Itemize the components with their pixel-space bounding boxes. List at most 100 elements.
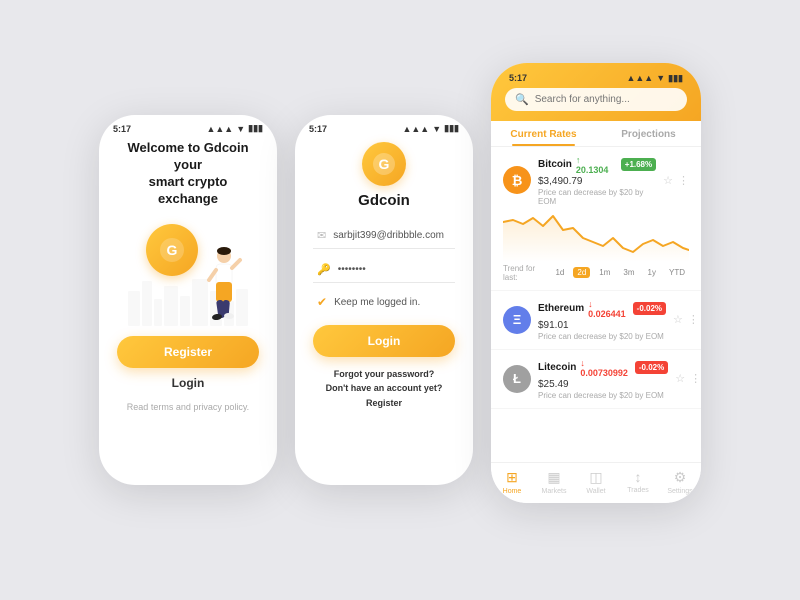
ethereum-badge: -0.02%	[633, 302, 666, 315]
ethereum-more-icon[interactable]: ⋮	[688, 313, 699, 326]
login-button[interactable]: Login	[313, 325, 455, 357]
ethereum-star-icon[interactable]: ☆	[673, 313, 683, 326]
status-bar-3: 5:17 ▲▲▲ ▼ ▮▮▮	[505, 69, 687, 86]
bitcoin-icon: ₿	[503, 166, 531, 194]
gdcoin-logo: G	[362, 142, 406, 186]
litecoin-name: Litecoin	[538, 362, 576, 373]
litecoin-icon: Ł	[503, 365, 531, 393]
trend-1d[interactable]: 1d	[551, 267, 568, 278]
litecoin-price-change: ↓ 0.00730992	[580, 358, 628, 378]
bitcoin-name: Bitcoin	[538, 159, 572, 170]
email-icon: ✉	[317, 229, 326, 242]
nav-trades-label: Trades	[627, 487, 649, 494]
crypto-list: ₿ Bitcoin ↑ 20.1304 +1.68% $3,490.79 Pri…	[491, 147, 701, 462]
markets-icon: ▦	[547, 469, 560, 486]
forgot-password-text: Forgot your password? Don't have an acco…	[313, 367, 455, 410]
settings-icon: ⚙	[674, 469, 687, 486]
status-icons-2: ▲▲▲ ▼ ▮▮▮	[402, 123, 459, 134]
lock-icon: 🔑	[317, 263, 331, 276]
search-input[interactable]	[535, 94, 677, 105]
register-button[interactable]: Register	[117, 336, 259, 368]
trend-ytd[interactable]: YTD	[665, 267, 689, 278]
ethereum-name: Ethereum	[538, 303, 584, 314]
litecoin-star-icon[interactable]: ☆	[675, 372, 685, 385]
status-icons-1: ▲▲▲ ▼ ▮▮▮	[206, 123, 263, 134]
ethereum-actions: ☆ ⋮	[673, 313, 699, 326]
nav-settings-label: Settings	[667, 488, 692, 495]
bitcoin-more-icon[interactable]: ⋮	[678, 174, 689, 187]
phone-login: 5:17 ▲▲▲ ▼ ▮▮▮ G Gdcoin ✉ 🔑 ✔ Keep me lo…	[295, 115, 473, 485]
password-field[interactable]: 🔑	[313, 257, 455, 283]
email-input[interactable]	[333, 230, 465, 241]
bitcoin-price: $3,490.79	[538, 176, 656, 187]
trend-1y[interactable]: 1y	[644, 267, 660, 278]
dashboard-header: 5:17 ▲▲▲ ▼ ▮▮▮ 🔍	[491, 63, 701, 121]
litecoin-info: Litecoin ↓ 0.00730992 -0.02% $25.49 Pric…	[538, 358, 668, 400]
ethereum-price: $91.01	[538, 320, 666, 331]
bitcoin-top: ₿ Bitcoin ↑ 20.1304 +1.68% $3,490.79 Pri…	[503, 155, 689, 206]
bitcoin-star-icon[interactable]: ☆	[663, 174, 673, 187]
nav-markets[interactable]: ▦ Markets	[533, 469, 575, 495]
status-bar-2: 5:17 ▲▲▲ ▼ ▮▮▮	[295, 115, 473, 136]
welcome-title: Welcome to Gdcoin your smart crypto exch…	[117, 140, 259, 208]
litecoin-more-icon[interactable]: ⋮	[690, 372, 701, 385]
bottom-navigation: ⊞ Home ▦ Markets ◫ Wallet ↕ Trades ⚙ Set…	[491, 462, 701, 503]
app-name: Gdcoin	[358, 192, 410, 209]
svg-text:G: G	[167, 242, 178, 258]
status-time-3: 5:17	[509, 73, 527, 83]
register-link[interactable]: Register	[366, 398, 402, 408]
nav-wallet-label: Wallet	[586, 488, 605, 495]
password-input[interactable]	[338, 264, 470, 275]
nav-home-label: Home	[503, 488, 522, 495]
search-bar[interactable]: 🔍	[505, 88, 687, 111]
nav-markets-label: Markets	[542, 488, 567, 495]
bitcoin-desc: Price can decrease by $20 by EOM	[538, 188, 656, 206]
ethereum-card: Ξ Ethereum ↓ 0.026441 -0.02% $91.01 Pric…	[491, 291, 701, 350]
tab-current-rates[interactable]: Current Rates	[491, 121, 596, 146]
litecoin-desc: Price can decrease by $20 by EOM	[538, 391, 668, 400]
ethereum-icon: Ξ	[503, 306, 531, 334]
trend-1m[interactable]: 1m	[595, 267, 614, 278]
phone-welcome: 5:17 ▲▲▲ ▼ ▮▮▮ Welcome to Gdcoin your sm…	[99, 115, 277, 485]
bitcoin-chart	[503, 210, 689, 262]
gdcoin-symbol-icon: G	[158, 236, 186, 264]
litecoin-actions: ☆ ⋮	[675, 372, 701, 385]
ethereum-top: Ξ Ethereum ↓ 0.026441 -0.02% $91.01 Pric…	[503, 299, 689, 341]
status-time-2: 5:17	[309, 124, 327, 134]
litecoin-top: Ł Litecoin ↓ 0.00730992 -0.02% $25.49 Pr…	[503, 358, 689, 400]
keep-logged-row[interactable]: ✔ Keep me logged in.	[313, 291, 455, 313]
search-icon: 🔍	[515, 93, 529, 106]
check-icon: ✔	[317, 295, 327, 309]
trend-2d[interactable]: 2d	[573, 267, 590, 278]
nav-wallet[interactable]: ◫ Wallet	[575, 469, 617, 495]
litecoin-badge: -0.02%	[635, 361, 668, 374]
email-field[interactable]: ✉	[313, 223, 455, 249]
keep-logged-label: Keep me logged in.	[334, 297, 420, 308]
nav-trades[interactable]: ↕ Trades	[617, 469, 659, 495]
nav-home[interactable]: ⊞ Home	[491, 469, 533, 495]
bitcoin-chart-svg	[503, 210, 689, 262]
person-illustration-icon	[196, 246, 244, 326]
home-icon: ⊞	[506, 469, 518, 486]
nav-settings[interactable]: ⚙ Settings	[659, 469, 701, 495]
ethereum-desc: Price can decrease by $20 by EOM	[538, 332, 666, 341]
bitcoin-trend-row: Trend for last: 1d 2d 1m 3m 1y YTD	[503, 264, 689, 282]
bitcoin-price-change: ↑ 20.1304	[576, 155, 614, 175]
welcome-body: Welcome to Gdcoin your smart crypto exch…	[99, 136, 277, 485]
gdcoin-logo-icon: G	[371, 151, 397, 177]
status-icons-3: ▲▲▲ ▼ ▮▮▮	[626, 73, 683, 84]
coin-icon: G	[146, 224, 198, 276]
trend-3m[interactable]: 3m	[619, 267, 638, 278]
bitcoin-badge: +1.68%	[621, 158, 656, 171]
terms-text: Read terms and privacy policy.	[127, 402, 249, 412]
trades-icon: ↕	[635, 469, 642, 485]
ethereum-price-change: ↓ 0.026441	[588, 299, 626, 319]
litecoin-card: Ł Litecoin ↓ 0.00730992 -0.02% $25.49 Pr…	[491, 350, 701, 409]
tab-projections[interactable]: Projections	[596, 121, 701, 146]
ethereum-info: Ethereum ↓ 0.026441 -0.02% $91.01 Price …	[538, 299, 666, 341]
login-body: G Gdcoin ✉ 🔑 ✔ Keep me logged in. Login …	[295, 136, 473, 485]
wallet-icon: ◫	[589, 469, 602, 486]
login-text-button[interactable]: Login	[172, 376, 205, 390]
bitcoin-actions: ☆ ⋮	[663, 174, 689, 187]
svg-text:G: G	[379, 156, 390, 172]
